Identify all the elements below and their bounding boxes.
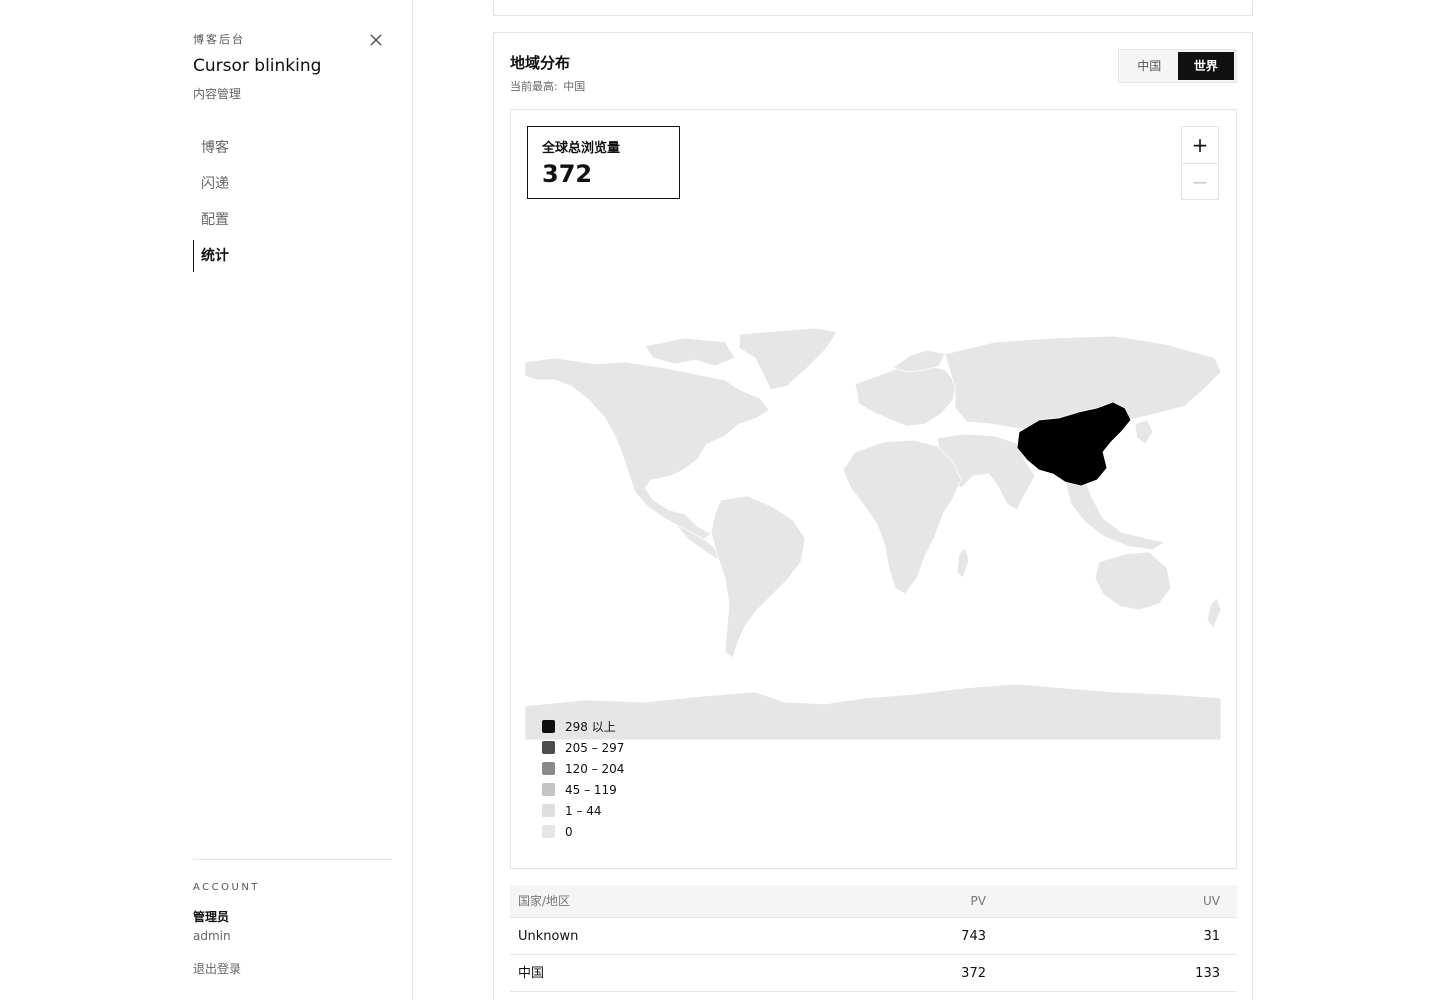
top-region-label: 当前最高: [510, 80, 558, 93]
legend-label: 205 – 297 [565, 740, 625, 755]
map-antarctica [525, 683, 1221, 740]
user-name: admin [193, 929, 231, 943]
logout-link[interactable]: 退出登录 [193, 960, 241, 977]
legend-label: 1 – 44 [565, 803, 602, 818]
global-total-box: 全球总浏览量 372 [527, 126, 680, 199]
map-south-america [710, 495, 806, 659]
previous-card-bottom [493, 0, 1253, 16]
top-region-value: 中国 [563, 80, 586, 93]
global-total-label: 全球总浏览量 [542, 141, 621, 156]
legend-swatch [542, 741, 555, 754]
cell-uv: 133 [1195, 966, 1220, 981]
column-header-pv[interactable]: PV [810, 885, 986, 917]
nav-item-blog[interactable]: 博客 [193, 132, 393, 164]
user-role: 管理员 [193, 910, 230, 924]
legend-item: 205 – 297 [542, 737, 624, 758]
column-header-region[interactable]: 国家/地区 [510, 885, 810, 917]
legend-item: 45 – 119 [542, 779, 624, 800]
legend-item: 120 – 204 [542, 758, 624, 779]
sidebar-divider [193, 859, 392, 860]
legend-label: 298 以上 [565, 720, 616, 734]
cell-uv: 31 [1203, 929, 1220, 944]
sidebar: 博客后台 Cursor blinking 内容管理 博客 闪递 配置 统计 AC… [0, 0, 413, 1000]
map-canada-islands [644, 337, 736, 367]
zoom-out-button[interactable]: − [1182, 163, 1218, 199]
sidebar-nav: 博客 闪递 配置 统计 [193, 132, 393, 276]
nav-item-config[interactable]: 配置 [193, 204, 393, 236]
legend-item: 1 – 44 [542, 800, 624, 821]
world-map-panel[interactable]: 全球总浏览量 372 + − 298 以上 205 – 297 120 – 20… [510, 109, 1237, 869]
legend-swatch [542, 825, 555, 838]
map-legend: 298 以上 205 – 297 120 – 204 45 – 119 1 – … [542, 716, 624, 842]
legend-label: 0 [565, 824, 573, 839]
brand-kicker: 博客后台 [193, 33, 245, 46]
table-header: 国家/地区 PV UV [510, 885, 1237, 918]
close-icon[interactable] [366, 30, 386, 50]
table-row[interactable]: Unknown 743 31 [510, 918, 1237, 955]
legend-label: 45 – 119 [565, 782, 617, 797]
nav-item-stats[interactable]: 统计 [193, 240, 393, 272]
scope-toggle: 中国 世界 [1118, 49, 1237, 83]
site-title: Cursor blinking [193, 56, 322, 76]
legend-swatch [542, 783, 555, 796]
card-title: 地域分布 [510, 54, 571, 72]
region-table: 国家/地区 PV UV Unknown 743 31 中国 372 133 [510, 885, 1237, 992]
legend-item: 298 以上 [542, 716, 624, 737]
map-madagascar [956, 547, 970, 579]
site-subtitle: 内容管理 [193, 87, 242, 101]
map-japan [1134, 419, 1154, 445]
cell-region: Unknown [518, 929, 579, 944]
map-greenland [738, 328, 838, 391]
account-section-label: ACCOUNT [193, 882, 260, 893]
map-southeast-asia [1064, 477, 1167, 551]
scope-world-button[interactable]: 世界 [1177, 52, 1234, 80]
region-distribution-card: 地域分布 当前最高: 中国 中国 世界 全球总浏览量 372 + − 298 以… [493, 32, 1253, 1000]
map-africa [842, 439, 962, 595]
zoom-in-button[interactable]: + [1182, 127, 1218, 163]
legend-swatch [542, 762, 555, 775]
legend-swatch [542, 804, 555, 817]
legend-swatch [542, 720, 555, 733]
map-new-zealand [1206, 597, 1221, 629]
cell-pv: 372 [961, 966, 986, 981]
cell-pv: 743 [961, 929, 986, 944]
cell-region: 中国 [518, 966, 545, 981]
scope-china-button[interactable]: 中国 [1121, 52, 1178, 80]
nav-item-flash[interactable]: 闪递 [193, 168, 393, 200]
world-map[interactable] [525, 328, 1221, 740]
table-row[interactable]: 中国 372 133 [510, 955, 1237, 992]
top-region-text: 当前最高: 中国 [510, 78, 585, 94]
map-europe [854, 363, 958, 427]
map-australia [1094, 551, 1172, 611]
legend-label: 120 – 204 [565, 761, 625, 776]
zoom-control: + − [1181, 126, 1219, 200]
global-total-value: 372 [542, 160, 593, 188]
legend-item: 0 [542, 821, 624, 842]
column-header-uv[interactable]: UV [986, 885, 1228, 917]
